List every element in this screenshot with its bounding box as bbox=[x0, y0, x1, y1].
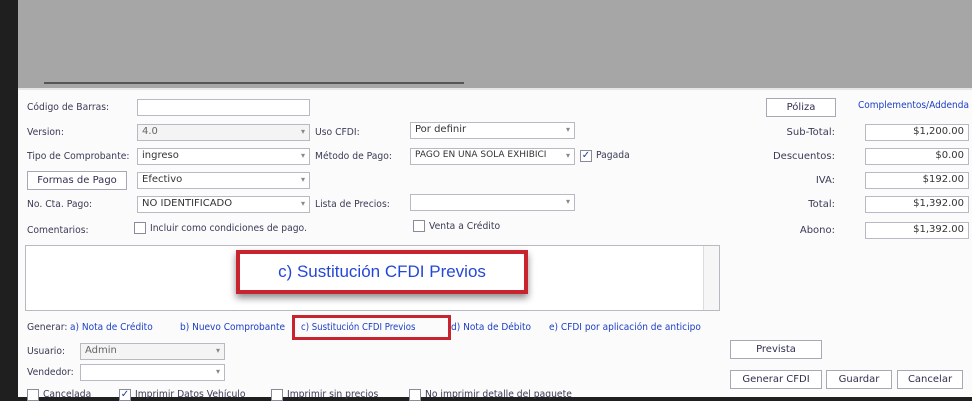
vendedor-select[interactable]: ▾ bbox=[80, 364, 225, 381]
cuenta-pago-value: NO IDENTIFICADO bbox=[142, 198, 233, 209]
chevron-down-icon: ▾ bbox=[215, 367, 220, 376]
descuentos-label: Descuentos: bbox=[772, 151, 835, 162]
nuevo-comprobante-link[interactable]: b) Nuevo Comprobante bbox=[180, 322, 285, 333]
chevron-down-icon: ▾ bbox=[215, 346, 220, 355]
usuario-select: Admin ▾ bbox=[80, 343, 225, 360]
venta-credito-checkbox[interactable] bbox=[413, 220, 425, 232]
items-grid[interactable] bbox=[18, 0, 972, 90]
cancelada-label: Cancelada bbox=[43, 389, 92, 400]
chevron-down-icon: ▾ bbox=[300, 127, 305, 136]
total-value: $1,392.00 bbox=[865, 196, 969, 213]
version-label: Version: bbox=[27, 127, 64, 138]
metodo-pago-select[interactable]: PAGO EN UNA SOLA EXHIBICI ▾ bbox=[410, 148, 575, 165]
descuentos-value: $0.00 bbox=[865, 148, 969, 165]
iva-value: $192.00 bbox=[865, 172, 969, 189]
version-field: 4.0 ▾ bbox=[137, 124, 310, 141]
vendedor-label: Vendedor: bbox=[27, 367, 74, 378]
chevron-down-icon: ▾ bbox=[300, 175, 305, 184]
imprimir-vehiculo-checkbox[interactable]: ✓ bbox=[119, 389, 131, 401]
subtotal-label: Sub-Total: bbox=[786, 127, 835, 138]
lista-precios-select[interactable]: ▾ bbox=[410, 194, 575, 211]
uso-cfdi-value: Por definir bbox=[415, 124, 467, 135]
complementos-addenda-link[interactable]: Complementos/Addenda bbox=[858, 100, 969, 111]
uso-cfdi-select[interactable]: Por definir ▾ bbox=[410, 122, 575, 139]
grid-horizontal-scrollbar[interactable] bbox=[44, 82, 464, 84]
poliza-button[interactable]: Póliza bbox=[766, 98, 836, 117]
chevron-down-icon: ▾ bbox=[300, 199, 305, 208]
cfdi-anticipo-link[interactable]: e) CFDI por aplicación de anticipo bbox=[549, 322, 701, 333]
metodo-pago-value: PAGO EN UNA SOLA EXHIBICI bbox=[415, 150, 547, 160]
imprimir-vehiculo-label: Imprimir Datos Vehículo bbox=[135, 389, 246, 400]
subtotal-value: $1,200.00 bbox=[865, 124, 969, 141]
formas-de-pago-button[interactable]: Formas de Pago bbox=[27, 171, 127, 190]
cuenta-pago-select[interactable]: NO IDENTIFICADO ▾ bbox=[137, 196, 310, 213]
generar-cfdi-button[interactable]: Generar CFDI bbox=[730, 370, 822, 389]
abono-input[interactable]: $1,392.00 bbox=[865, 222, 969, 239]
tipo-comprobante-value: ingreso bbox=[142, 150, 179, 161]
imprimir-sin-precios-checkbox[interactable] bbox=[271, 389, 283, 401]
formas-de-pago-select[interactable]: Efectivo ▾ bbox=[137, 172, 310, 189]
generar-label: Generar: bbox=[27, 322, 68, 333]
prevista-button[interactable]: Prevista bbox=[730, 340, 822, 359]
imprimir-sin-precios-label: Imprimir sin precios bbox=[287, 389, 379, 400]
usuario-value: Admin bbox=[85, 345, 117, 356]
guardar-button[interactable]: Guardar bbox=[826, 370, 892, 389]
cancelada-checkbox[interactable] bbox=[27, 389, 39, 401]
total-label: Total: bbox=[808, 199, 835, 210]
incluir-condiciones-label: Incluir como condiciones de pago. bbox=[150, 223, 307, 234]
tipo-comprobante-label: Tipo de Comprobante: bbox=[27, 151, 130, 162]
comentarios-scrollbar[interactable] bbox=[703, 246, 719, 310]
cancelar-button[interactable]: Cancelar bbox=[897, 370, 963, 389]
chevron-down-icon: ▾ bbox=[565, 197, 570, 206]
abono-label: Abono: bbox=[799, 225, 835, 236]
tipo-comprobante-select[interactable]: ingreso ▾ bbox=[137, 148, 310, 165]
barcode-label: Código de Barras: bbox=[27, 102, 110, 113]
lista-precios-label: Lista de Precios: bbox=[315, 199, 390, 210]
uso-cfdi-label: Uso CFDI: bbox=[315, 127, 360, 138]
nota-debito-link[interactable]: d) Nota de Débito bbox=[451, 322, 531, 333]
chevron-down-icon: ▾ bbox=[565, 151, 570, 160]
formas-de-pago-value: Efectivo bbox=[142, 174, 183, 185]
no-imprimir-paquete-label: No imprimir detalle del paquete bbox=[425, 389, 572, 400]
venta-credito-label: Venta a Crédito bbox=[429, 221, 501, 232]
comentarios-label: Comentarios: bbox=[27, 225, 89, 236]
chevron-down-icon: ▾ bbox=[565, 125, 570, 134]
pagada-checkbox[interactable]: ✓ bbox=[580, 150, 592, 162]
version-value: 4.0 bbox=[142, 126, 158, 137]
chevron-down-icon: ▾ bbox=[300, 151, 305, 160]
sustitucion-callout: c) Sustitución CFDI Previos bbox=[236, 250, 528, 294]
iva-label: IVA: bbox=[815, 175, 835, 186]
no-imprimir-paquete-checkbox[interactable] bbox=[409, 389, 421, 401]
sustitucion-highlight bbox=[292, 315, 451, 340]
usuario-label: Usuario: bbox=[27, 346, 66, 357]
barcode-input[interactable] bbox=[137, 99, 310, 116]
pagada-label: Pagada bbox=[596, 150, 630, 161]
metodo-pago-label: Método de Pago: bbox=[315, 151, 392, 162]
incluir-condiciones-checkbox[interactable] bbox=[134, 222, 146, 234]
nota-credito-link[interactable]: a) Nota de Crédito bbox=[70, 322, 153, 333]
cuenta-pago-label: No. Cta. Pago: bbox=[27, 199, 93, 210]
